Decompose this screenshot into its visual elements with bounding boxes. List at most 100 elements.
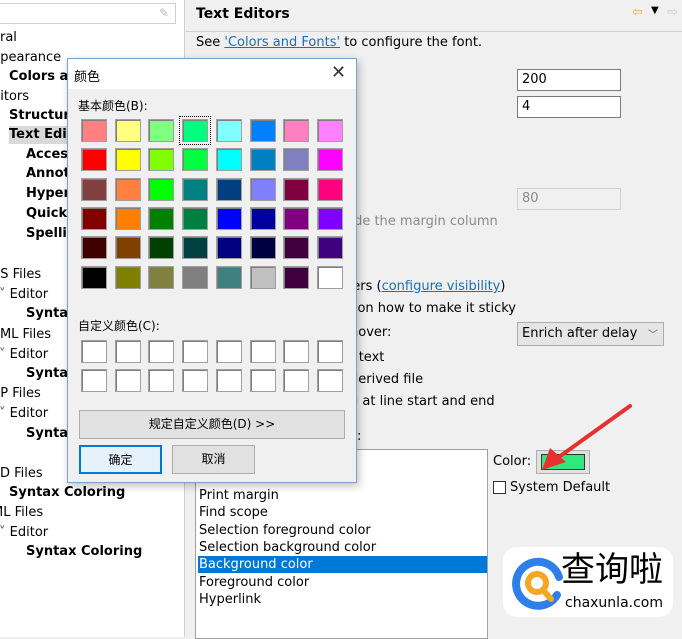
custom-color-swatch[interactable] bbox=[148, 340, 175, 363]
basic-color-swatch[interactable] bbox=[249, 236, 276, 260]
forward-arrow-icon[interactable]: ⇨ bbox=[667, 5, 678, 20]
basic-color-swatch[interactable] bbox=[249, 148, 276, 172]
basic-color-swatch[interactable] bbox=[283, 206, 310, 230]
basic-color-swatch[interactable] bbox=[148, 119, 175, 142]
basic-color-swatch[interactable] bbox=[283, 265, 310, 289]
tree-item[interactable]: ppearance bbox=[0, 49, 61, 67]
basic-color-swatch[interactable] bbox=[316, 177, 343, 201]
expand-icon[interactable]: ˅ bbox=[0, 525, 10, 540]
tree-item[interactable]: ˅ Editor bbox=[0, 346, 48, 364]
basic-color-swatch[interactable] bbox=[81, 148, 107, 172]
color-option-item[interactable]: Selection background color bbox=[198, 539, 487, 556]
color-option-item[interactable]: Find scope bbox=[198, 504, 487, 521]
basic-color-swatch[interactable] bbox=[215, 265, 242, 289]
colors-and-fonts-link[interactable]: 'Colors and Fonts' bbox=[224, 35, 340, 50]
undo-history-input[interactable]: 200 bbox=[517, 69, 621, 91]
expand-icon[interactable]: ˅ bbox=[0, 406, 10, 421]
basic-color-swatch[interactable] bbox=[81, 236, 107, 260]
basic-color-swatch[interactable] bbox=[283, 119, 310, 142]
tree-item[interactable]: SP Files bbox=[0, 385, 41, 403]
basic-color-swatch[interactable] bbox=[114, 148, 141, 172]
tree-item[interactable]: Syntax Coloring bbox=[26, 543, 142, 561]
color-option-item[interactable]: Background color bbox=[198, 556, 487, 574]
basic-color-swatch[interactable] bbox=[182, 177, 209, 201]
basic-color-swatch[interactable] bbox=[215, 119, 242, 142]
ok-button[interactable]: 确定 bbox=[79, 445, 162, 474]
basic-color-swatch[interactable] bbox=[114, 206, 141, 230]
close-icon[interactable]: ✕ bbox=[331, 62, 346, 83]
basic-color-swatch[interactable] bbox=[114, 265, 141, 289]
tree-item[interactable]: ML Files bbox=[0, 504, 43, 522]
configure-visibility-link[interactable]: configure visibility bbox=[382, 279, 501, 294]
tree-item[interactable]: TML Files bbox=[0, 326, 51, 344]
tree-item[interactable]: ˅ Editor bbox=[0, 405, 48, 423]
custom-color-swatch[interactable] bbox=[81, 340, 107, 363]
custom-color-swatch[interactable] bbox=[249, 340, 276, 363]
basic-color-swatch[interactable] bbox=[182, 206, 209, 230]
menu-dropdown-icon[interactable]: ▼ bbox=[651, 5, 659, 16]
tree-item[interactable]: ditors bbox=[0, 88, 29, 106]
basic-color-swatch[interactable] bbox=[114, 236, 141, 260]
basic-color-swatch[interactable] bbox=[81, 206, 107, 230]
basic-color-swatch[interactable] bbox=[316, 119, 343, 142]
basic-color-swatch[interactable] bbox=[182, 236, 209, 260]
basic-color-swatch[interactable] bbox=[182, 265, 209, 289]
filter-input[interactable]: ✎ bbox=[0, 3, 176, 24]
basic-color-swatch[interactable] bbox=[283, 177, 310, 201]
basic-color-swatch[interactable] bbox=[249, 206, 276, 230]
basic-color-swatch[interactable] bbox=[316, 148, 343, 172]
color-option-item[interactable]: Hyperlink bbox=[198, 591, 487, 608]
back-arrow-icon[interactable]: ⇦ bbox=[632, 5, 643, 20]
clear-filter-icon[interactable]: ✎ bbox=[159, 6, 169, 20]
define-custom-colors-button[interactable]: 规定自定义颜色(D) >> bbox=[79, 410, 345, 439]
custom-color-swatch[interactable] bbox=[249, 369, 276, 392]
color-option-item[interactable]: Print margin bbox=[198, 487, 487, 504]
basic-color-swatch[interactable] bbox=[148, 236, 175, 260]
tree-item[interactable]: ˅ Editor bbox=[0, 286, 48, 304]
basic-color-swatch[interactable] bbox=[182, 148, 209, 172]
basic-color-swatch[interactable] bbox=[114, 177, 141, 201]
color-dialog[interactable]: 颜色 ✕ 基本颜色(B): 自定义颜色(C): 规定自定义颜色(D) >> 确定… bbox=[67, 58, 357, 483]
tab-width-input[interactable]: 4 bbox=[517, 96, 621, 118]
basic-color-swatch[interactable] bbox=[215, 236, 242, 260]
tree-item[interactable]: SS Files bbox=[0, 266, 41, 284]
basic-color-swatch[interactable] bbox=[81, 177, 107, 201]
dialog-title-bar[interactable]: 颜色 ✕ bbox=[68, 59, 356, 89]
basic-color-swatch[interactable] bbox=[179, 116, 212, 145]
basic-color-swatch[interactable] bbox=[215, 148, 242, 172]
custom-color-swatch[interactable] bbox=[283, 340, 310, 363]
system-default-option[interactable]: System Default bbox=[493, 480, 610, 495]
custom-color-swatch[interactable] bbox=[114, 340, 141, 363]
custom-color-swatch[interactable] bbox=[81, 369, 107, 392]
expand-icon[interactable]: ˅ bbox=[0, 347, 10, 362]
basic-color-swatch[interactable] bbox=[215, 206, 242, 230]
custom-color-swatch[interactable] bbox=[114, 369, 141, 392]
custom-color-swatch[interactable] bbox=[215, 340, 242, 363]
hover-select[interactable]: Enrich after delay ﹀ bbox=[517, 322, 664, 346]
custom-color-swatch[interactable] bbox=[283, 369, 310, 392]
color-option-item[interactable]: Foreground color bbox=[198, 574, 487, 591]
tree-item[interactable]: TD Files bbox=[0, 465, 43, 483]
custom-color-swatch[interactable] bbox=[215, 369, 242, 392]
basic-color-swatch[interactable] bbox=[249, 177, 276, 201]
basic-color-swatch[interactable] bbox=[148, 265, 175, 289]
tree-item[interactable]: Annot bbox=[26, 165, 70, 183]
tree-item[interactable]: Text Edit bbox=[9, 126, 73, 144]
print-margin-column-input[interactable]: 80 bbox=[517, 188, 621, 210]
custom-color-swatch[interactable] bbox=[316, 369, 343, 392]
basic-color-swatch[interactable] bbox=[114, 119, 141, 142]
basic-color-swatch[interactable] bbox=[316, 265, 343, 289]
basic-color-swatch[interactable] bbox=[249, 119, 276, 142]
custom-color-swatch[interactable] bbox=[182, 369, 209, 392]
basic-color-swatch[interactable] bbox=[81, 265, 107, 289]
tree-item[interactable]: Syntax Coloring bbox=[9, 484, 125, 502]
basic-color-swatch[interactable] bbox=[215, 177, 242, 201]
system-default-checkbox[interactable] bbox=[493, 481, 506, 494]
custom-color-swatch[interactable] bbox=[182, 340, 209, 363]
cancel-button[interactable]: 取消 bbox=[172, 445, 255, 474]
expand-icon[interactable]: ˅ bbox=[0, 287, 10, 302]
tree-item[interactable]: eral bbox=[0, 29, 17, 47]
tree-item[interactable]: Quick bbox=[26, 205, 67, 223]
color-option-item[interactable]: Selection foreground color bbox=[198, 522, 487, 539]
basic-color-swatch[interactable] bbox=[249, 265, 276, 289]
